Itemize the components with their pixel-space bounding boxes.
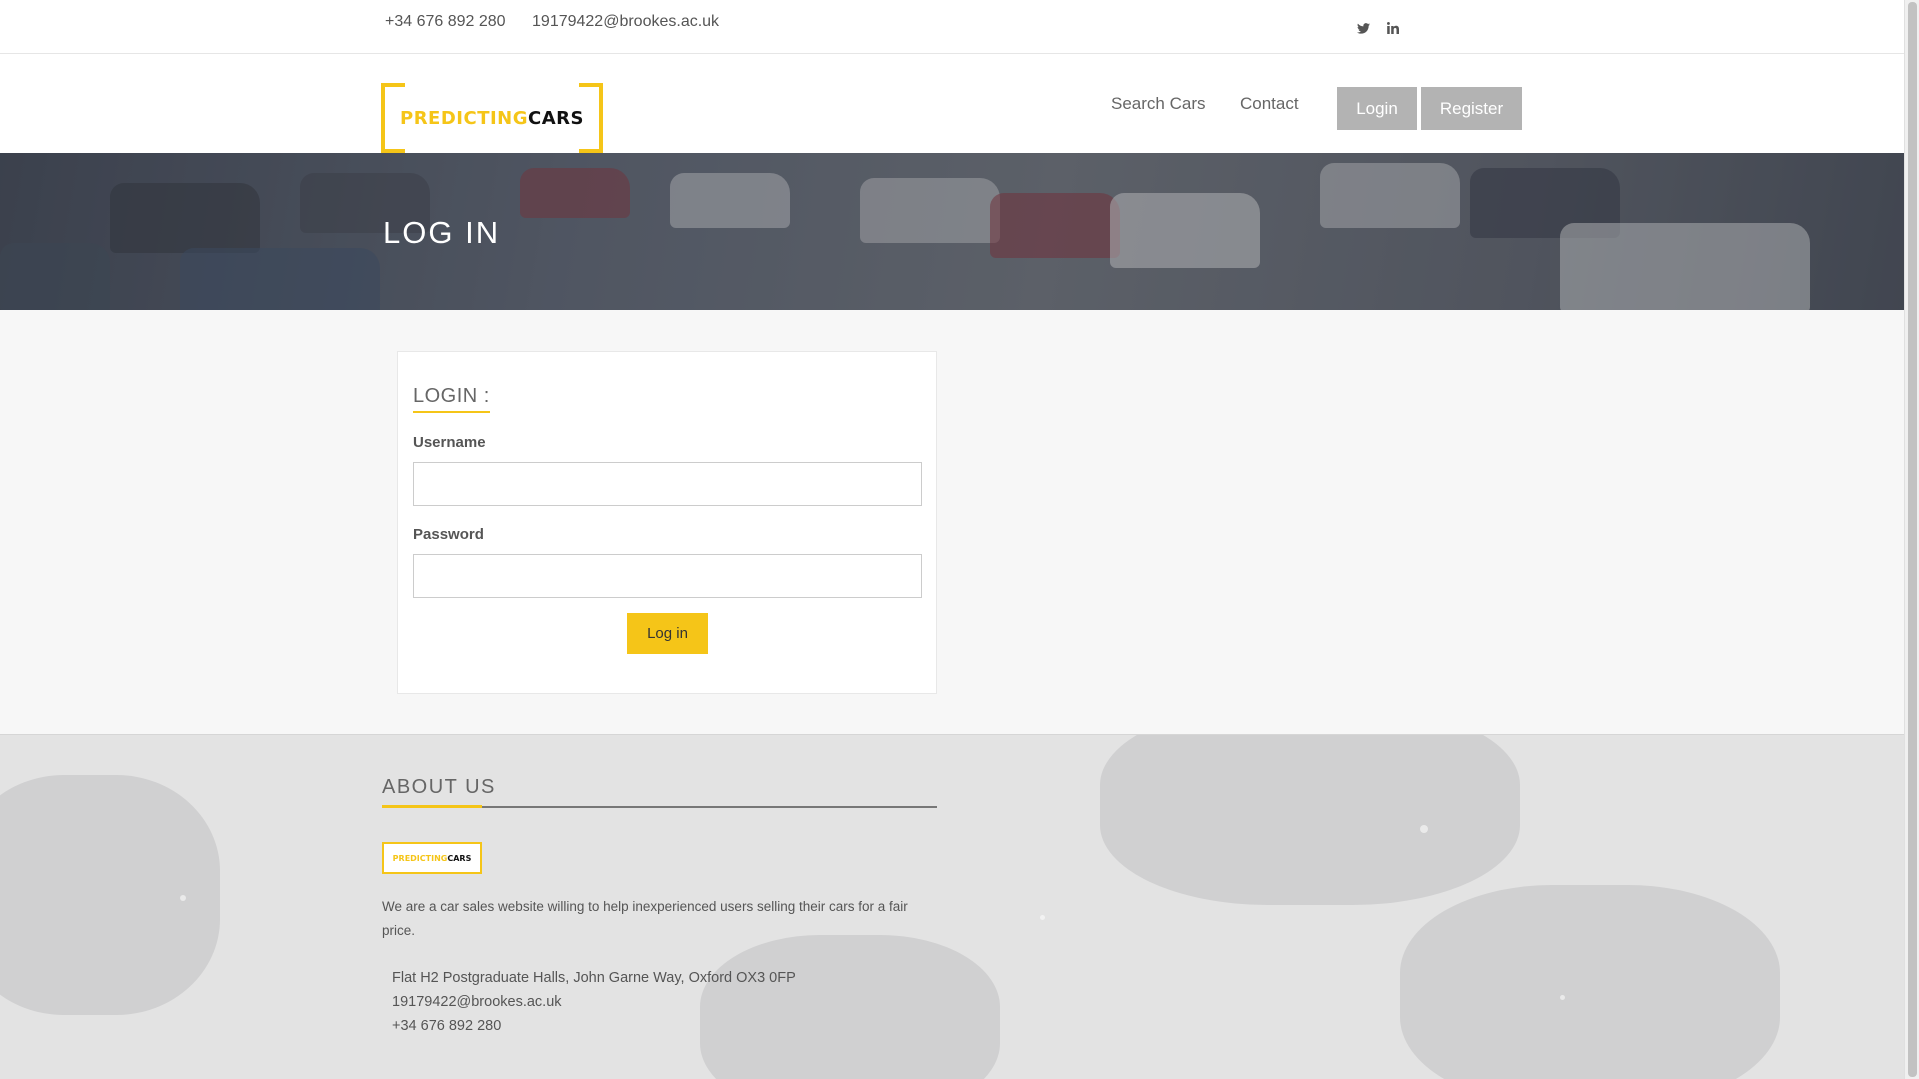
about-divider-accent [382,805,482,808]
main-header: PREDICTINGCARS Search Cars Contact Login… [0,54,1904,153]
scrollbar-thumb[interactable] [1908,2,1917,1077]
logo-text: PREDICTINGCARS [400,107,584,129]
page-banner: LOG IN [0,153,1904,310]
log-in-button[interactable]: Log in [627,613,708,654]
top-contact-info: +34 676 892 280 19179422@brookes.ac.uk [385,13,741,31]
footer: ABOUT US PREDICTINGCARS We are a car sal… [0,734,1904,1079]
site-logo[interactable]: PREDICTINGCARS [381,83,603,153]
page-scrollbar[interactable] [1904,0,1919,1079]
login-form-title: LOGIN : [413,385,490,413]
nav-search-cars[interactable]: Search Cars [1111,94,1205,114]
footer-phone: +34 676 892 280 [392,1018,502,1034]
footer-logo[interactable]: PREDICTINGCARS [382,842,482,874]
password-label: Password [413,526,484,543]
footer-email[interactable]: 19179422@brookes.ac.uk [392,994,562,1010]
top-bar: +34 676 892 280 19179422@brookes.ac.uk [0,0,1904,54]
header-login-button[interactable]: Login [1337,87,1417,130]
top-email[interactable]: 19179422@brookes.ac.uk [532,13,719,30]
top-phone: +34 676 892 280 [385,13,506,30]
twitter-icon[interactable] [1354,19,1372,37]
nav-contact[interactable]: Contact [1240,94,1299,114]
page-title: LOG IN [383,215,501,250]
social-links [1354,19,1402,37]
linkedin-icon[interactable] [1384,19,1402,37]
password-input[interactable] [413,554,922,598]
login-form: LOGIN : Username Password Log in [397,351,937,694]
header-register-button[interactable]: Register [1421,87,1522,130]
footer-address: Flat H2 Postgraduate Halls, John Garne W… [392,970,796,986]
about-description: We are a car sales website willing to he… [382,899,908,938]
about-us-title: ABOUT US [382,776,496,798]
username-input[interactable] [413,462,922,506]
username-label: Username [413,434,486,451]
